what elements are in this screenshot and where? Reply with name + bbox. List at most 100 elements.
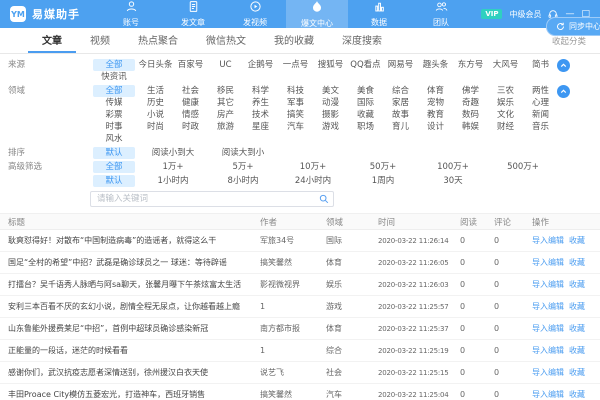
nav-item-team[interactable]: 团队	[410, 0, 472, 28]
filter-option[interactable]: 汽车	[278, 121, 313, 133]
field-collapse-button[interactable]	[557, 85, 570, 98]
tab-deep-search[interactable]: 深度搜索	[328, 28, 396, 53]
filter-option[interactable]: 小说	[138, 109, 173, 121]
filter-option[interactable]: 大风号	[488, 59, 523, 71]
import-edit-link[interactable]: 导入编辑	[532, 301, 564, 312]
filter-option[interactable]: 军事	[278, 97, 313, 109]
filter-option[interactable]: 时尚	[138, 121, 173, 133]
filter-option[interactable]: 设计	[418, 121, 453, 133]
filter-option[interactable]: 综合	[383, 85, 418, 97]
filter-option[interactable]: 一点号	[278, 59, 313, 71]
filter-option[interactable]: 30天	[418, 175, 488, 187]
filter-option[interactable]: 500万+	[488, 161, 558, 173]
filter-option[interactable]: 时政	[173, 121, 208, 133]
nav-item-hot-article-center[interactable]: 爆文中心	[286, 0, 348, 28]
filter-option[interactable]: 搜狐号	[313, 59, 348, 71]
filter-option[interactable]: 数码	[453, 109, 488, 121]
filter-option[interactable]: 阅读大到小	[208, 147, 278, 159]
filter-option[interactable]: 收藏	[348, 109, 383, 121]
filter-option[interactable]: 100万+	[418, 161, 488, 173]
filter-option[interactable]: 移民	[208, 85, 243, 97]
tab-hot-topics[interactable]: 热点聚合	[124, 28, 192, 53]
filter-option[interactable]: 彩票	[90, 109, 138, 121]
filter-option[interactable]: 搞笑	[278, 109, 313, 121]
filter-option[interactable]: 技术	[243, 109, 278, 121]
filter-option[interactable]: 动漫	[313, 97, 348, 109]
import-edit-link[interactable]: 导入编辑	[532, 257, 564, 268]
filter-option[interactable]: 阅读小到大	[138, 147, 208, 159]
article-title[interactable]: 打擂台？吴千语秀人脉晒与阿sa聊天，张馨月曝下午茶炫富太生活	[0, 279, 252, 290]
filter-option[interactable]: 网易号	[383, 59, 418, 71]
filter-option[interactable]: 家居	[383, 97, 418, 109]
favorite-link[interactable]: 收藏	[569, 389, 585, 400]
filter-option[interactable]: 科技	[278, 85, 313, 97]
filter-option[interactable]: 企鹅号	[243, 59, 278, 71]
favorite-link[interactable]: 收藏	[569, 257, 585, 268]
filter-option[interactable]: 8小时内	[208, 175, 278, 187]
filter-option[interactable]: 1小时内	[138, 175, 208, 187]
filter-option[interactable]: 默认	[93, 175, 135, 187]
search-input[interactable]	[90, 191, 334, 207]
filter-option[interactable]: 两性	[523, 85, 558, 97]
favorite-link[interactable]: 收藏	[569, 301, 585, 312]
article-title[interactable]: 丰田Proace City模仿五菱宏光，打造神车，西班牙销售	[0, 389, 252, 400]
filter-option[interactable]: 默认	[93, 147, 135, 159]
filter-option[interactable]: UC	[208, 59, 243, 71]
filter-option[interactable]: 美文	[313, 85, 348, 97]
import-edit-link[interactable]: 导入编辑	[532, 389, 564, 400]
article-title[interactable]: 山东鲁能外援费莱尼“中招”，首例中超球员确诊感染新冠	[0, 323, 252, 334]
article-title[interactable]: 安利三本百看不厌的玄幻小说，剧情全程无尿点，让你越看越上瘾	[0, 301, 252, 312]
favorite-link[interactable]: 收藏	[569, 323, 585, 334]
filter-option[interactable]: 星座	[243, 121, 278, 133]
filter-option[interactable]: 1万+	[138, 161, 208, 173]
filter-option[interactable]: 游戏	[313, 121, 348, 133]
source-collapse-button[interactable]	[557, 59, 570, 72]
import-edit-link[interactable]: 导入编辑	[532, 323, 564, 334]
article-title[interactable]: 感谢你们，武汉抗疫志愿者深情送别，徐州援汉白衣天使	[0, 367, 252, 378]
filter-option[interactable]: 职场	[348, 121, 383, 133]
filter-option[interactable]: 百家号	[173, 59, 208, 71]
tab-articles[interactable]: 文章	[28, 28, 76, 53]
filter-option[interactable]: 旅游	[208, 121, 243, 133]
article-title[interactable]: 正能量的一段话，迷茫的时候看看	[0, 345, 252, 356]
filter-option[interactable]: 今日头条	[138, 59, 173, 71]
nav-item-publish-video[interactable]: 发视频	[224, 0, 286, 28]
filter-option[interactable]: 健康	[173, 97, 208, 109]
filter-option[interactable]: 快资讯	[90, 71, 138, 83]
filter-option[interactable]: 10万+	[278, 161, 348, 173]
filter-option[interactable]: 三农	[488, 85, 523, 97]
filter-option[interactable]: 风水	[90, 133, 138, 145]
filter-option[interactable]: 文化	[488, 109, 523, 121]
filter-option[interactable]: 全部	[93, 85, 135, 97]
filter-option[interactable]: 东方号	[453, 59, 488, 71]
import-edit-link[interactable]: 导入编辑	[532, 235, 564, 246]
filter-option[interactable]: 美食	[348, 85, 383, 97]
filter-option[interactable]: 全部	[93, 161, 135, 173]
filter-option[interactable]: 奇趣	[453, 97, 488, 109]
import-edit-link[interactable]: 导入编辑	[532, 345, 564, 356]
filter-option[interactable]: 心理	[523, 97, 558, 109]
favorite-link[interactable]: 收藏	[569, 367, 585, 378]
nav-item-publish-article[interactable]: 发文章	[162, 0, 224, 28]
sync-center-button[interactable]: 同步中心	[546, 17, 600, 36]
filter-option[interactable]: 故事	[383, 109, 418, 121]
favorite-link[interactable]: 收藏	[569, 279, 585, 290]
filter-option[interactable]: 趣头条	[418, 59, 453, 71]
filter-option[interactable]: 摄影	[313, 109, 348, 121]
filter-option[interactable]: 传媒	[90, 97, 138, 109]
filter-option[interactable]: 宠物	[418, 97, 453, 109]
collapse-categories-button[interactable]: 收起分类	[552, 35, 586, 47]
filter-option[interactable]: 其它	[208, 97, 243, 109]
nav-item-account[interactable]: 账号	[100, 0, 162, 28]
filter-option[interactable]: 音乐	[523, 121, 558, 133]
filter-option[interactable]: 5万+	[208, 161, 278, 173]
filter-option[interactable]: 社会	[173, 85, 208, 97]
filter-option[interactable]: 财经	[488, 121, 523, 133]
article-title[interactable]: 耿爽怼得好！对散布“中国制造病毒”的造谣者，就得这么干	[0, 235, 252, 246]
filter-option[interactable]: 体育	[418, 85, 453, 97]
tab-wechat-hot[interactable]: 微信热文	[192, 28, 260, 53]
filter-option[interactable]: 情感	[173, 109, 208, 121]
filter-option[interactable]: 历史	[138, 97, 173, 109]
search-icon[interactable]	[319, 194, 329, 204]
filter-option[interactable]: 生活	[138, 85, 173, 97]
